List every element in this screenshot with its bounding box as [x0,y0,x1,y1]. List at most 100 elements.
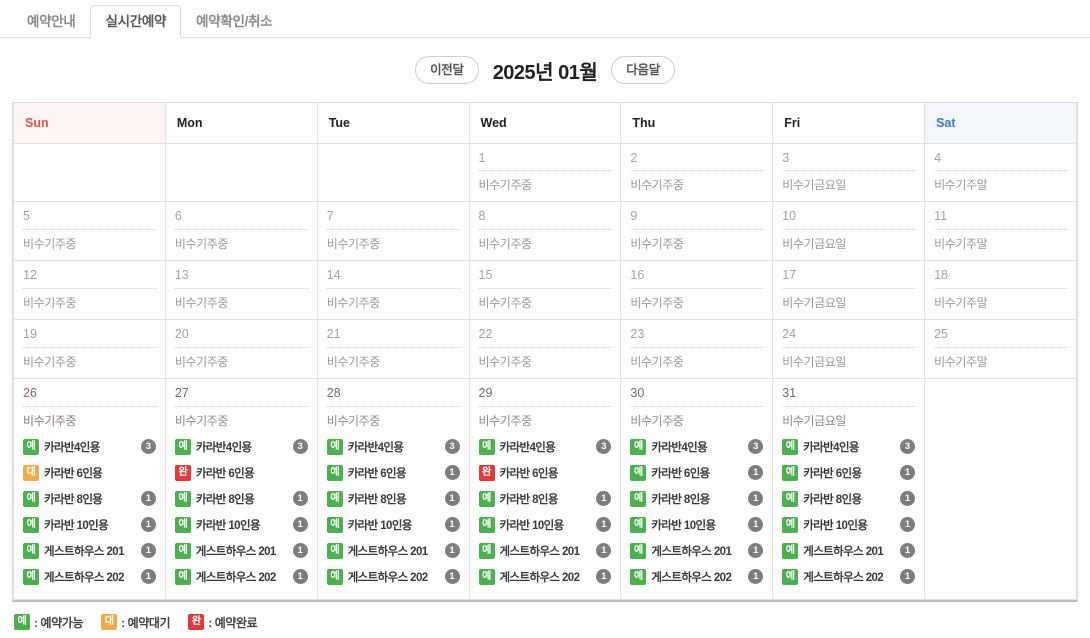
room-booking-item[interactable]: 예 카라반 10인용 1 [326,512,460,538]
calendar-day-cell[interactable]: 31 비수기금요일 예 카라반4인용 3 예 카라반 6인용 1 예 카라반 8인용 1 예 카라반 1… [772,378,926,600]
calendar-week-row: 12 비수기주중 13 비수기주중 14 비수기주중 15 비수기주중 16 비수기주중 17 비수기… [13,260,1077,321]
availability-count-badge: 3 [748,439,764,455]
day-number: 26 [23,387,156,407]
room-booking-item[interactable]: 예 카라반4인용 3 [174,434,308,460]
availability-count-badge: 1 [292,569,308,585]
season-label: 비수기금요일 [782,178,847,192]
room-booking-item[interactable]: 예 카라반 8인용 1 [174,486,308,512]
room-booking-item[interactable]: 예 게스트하우스 202 1 [174,564,308,590]
next-month-button[interactable]: 다음달 [611,55,675,85]
weekday-header-fri: Fri [772,103,926,144]
season-label: 비수기주중 [478,413,533,428]
calendar-day-cell[interactable]: 29 비수기주중 예 카라반4인용 3 완 카라반 6인용 예 카라반 8인용 1 예 카라반 10인… [468,378,622,600]
status-badge-available-icon: 예 [478,568,495,585]
room-booking-item[interactable]: 예 카라반 6인용 1 [326,460,460,486]
availability-count-badge: 3 [900,439,916,455]
season-label: 비수기주중 [630,178,684,192]
room-booking-item[interactable]: 예 카라반 10인용 1 [630,512,764,538]
room-booking-item[interactable]: 완 카라반 6인용 [174,460,308,486]
room-list: 예 카라반4인용 3 예 카라반 6인용 1 예 카라반 8인용 1 예 카라반 10인용 1 예 게스트… [326,434,460,590]
availability-count-badge: 1 [900,543,916,559]
room-booking-item[interactable]: 예 카라반 10인용 1 [23,512,156,538]
calendar-day-cell: 11 비수기주말 [924,201,1077,262]
calendar-day-cell: 18 비수기주말 [924,260,1077,321]
season-label: 비수기주중 [174,354,229,369]
weekday-header-tue: Tue [316,103,470,144]
room-name: 게스트하우스 201 [347,545,428,558]
room-booking-item[interactable]: 예 카라반4인용 3 [326,434,460,460]
season-label: 비수기주말 [934,354,988,369]
calendar-day-cell[interactable]: 28 비수기주중 예 카라반4인용 3 예 카라반 6인용 1 예 카라반 8인용 1 예 카라반 10… [316,378,470,600]
legend-badge-waiting-icon: 대 [101,614,118,631]
season-label: 비수기주중 [174,413,229,428]
room-booking-item[interactable]: 예 게스트하우스 201 1 [23,538,156,564]
room-booking-item[interactable]: 예 카라반 6인용 1 [782,460,916,486]
status-badge-available-icon: 예 [782,542,799,559]
status-badge-available-icon: 예 [326,568,343,585]
room-booking-item[interactable]: 예 카라반 8인용 1 [23,486,156,512]
day-number: 4 [934,151,1067,171]
season-label: 비수기주중 [23,295,77,310]
season-label: 비수기주중 [174,295,229,310]
room-booking-item[interactable]: 예 카라반 8인용 1 [782,486,916,512]
room-booking-item[interactable]: 예 게스트하우스 201 1 [478,538,612,564]
room-booking-item[interactable]: 완 카라반 6인용 [478,460,612,486]
room-booking-item[interactable]: 예 카라반 10인용 1 [174,512,308,538]
season-label: 비수기금요일 [782,295,847,310]
calendar-day-cell: 21 비수기주중 [316,319,470,380]
tab-0[interactable]: 예약안내 [12,5,90,39]
room-booking-item[interactable]: 예 게스트하우스 201 1 [174,538,308,564]
calendar-day-cell[interactable]: 26 비수기주중 예 카라반4인용 3 대 카라반 6인용 예 카라반 8인용 1 예 카라반 10인… [13,378,166,600]
calendar-day-cell: 7 비수기주중 [316,201,470,262]
room-booking-item[interactable]: 예 카라반 10인용 1 [478,512,612,538]
room-booking-item[interactable]: 예 게스트하우스 202 1 [326,564,460,590]
day-number: 1 [478,151,612,171]
room-booking-item[interactable]: 예 카라반 10인용 1 [782,512,916,538]
room-booking-item[interactable]: 예 게스트하우스 202 1 [23,564,156,590]
status-badge-available-icon: 예 [326,464,343,481]
tab-bar: 예약안내 실시간예약 예약확인/취소 [0,0,1090,38]
day-number: 16 [630,269,764,289]
day-number: 20 [174,328,308,348]
prev-month-button[interactable]: 이전달 [415,55,479,85]
availability-count-badge: 1 [444,543,460,559]
room-booking-item[interactable]: 예 게스트하우스 201 1 [782,538,916,564]
room-list: 예 카라반4인용 3 완 카라반 6인용 예 카라반 8인용 1 예 카라반 10인용 1 예 게스트하… [478,434,612,590]
room-booking-item[interactable]: 예 카라반 8인용 1 [630,486,764,512]
status-badge-available-icon: 예 [782,438,799,455]
day-number: 27 [174,387,308,407]
room-booking-item[interactable]: 예 게스트하우스 201 1 [326,538,460,564]
room-booking-item[interactable]: 예 카라반 8인용 1 [478,486,612,512]
room-booking-item[interactable]: 예 게스트하우스 201 1 [630,538,764,564]
room-booking-item[interactable]: 예 게스트하우스 202 1 [478,564,612,590]
room-name: 카라반 8인용 [651,493,710,506]
calendar-day-cell: 20 비수기주중 [164,319,318,380]
room-booking-item[interactable]: 예 게스트하우스 202 1 [630,564,764,590]
room-booking-item[interactable]: 대 카라반 6인용 [23,460,156,486]
room-booking-item[interactable]: 예 카라반 6인용 1 [630,460,764,486]
availability-count-badge: 1 [596,517,612,533]
room-name: 카라반 6인용 [499,467,559,480]
status-badge-available-icon: 예 [630,490,647,507]
season-label: 비수기주말 [934,295,988,310]
calendar-day-cell[interactable]: 27 비수기주중예 카라반4인용 3 완 카라반 6인용 예 카라반 8인용 1 예 카라반 10인… [164,378,318,600]
room-booking-item[interactable]: 예 게스트하우스 202 1 [782,564,916,590]
calendar-day-cell[interactable]: 30 비수기주중 예 카라반4인용 3 예 카라반 6인용 1 예 카라반 8인용 1 예 카라반 10… [620,378,774,600]
room-booking-item[interactable]: 예 카라반4인용 3 [782,434,916,460]
calendar-day-cell: 17 비수기금요일 [772,260,926,321]
room-name: 게스트하우스 201 [803,545,884,558]
room-name: 카라반 8인용 [347,493,407,506]
tab-2[interactable]: 예약확인/취소 [181,5,287,39]
room-booking-item[interactable]: 예 카라반4인용 3 [630,434,764,460]
status-badge-available-icon: 예 [326,490,343,507]
status-badge-available-icon: 예 [630,516,647,533]
room-booking-item[interactable]: 예 카라반 8인용 1 [326,486,460,512]
weekday-header-sun: Sun [13,103,166,144]
room-name: 카라반 10인용 [195,519,261,532]
room-booking-item[interactable]: 예 카라반4인용 3 [478,434,612,460]
day-number: 9 [630,210,764,230]
room-list: 예 카라반4인용 3 예 카라반 6인용 1 예 카라반 8인용 1 예 카라반 10인용 1 예 게스트… [630,434,764,590]
room-booking-item[interactable]: 예 카라반4인용 3 [23,434,156,460]
tab-1[interactable]: 실시간예약 [90,4,182,38]
availability-count-badge: 1 [900,517,916,533]
